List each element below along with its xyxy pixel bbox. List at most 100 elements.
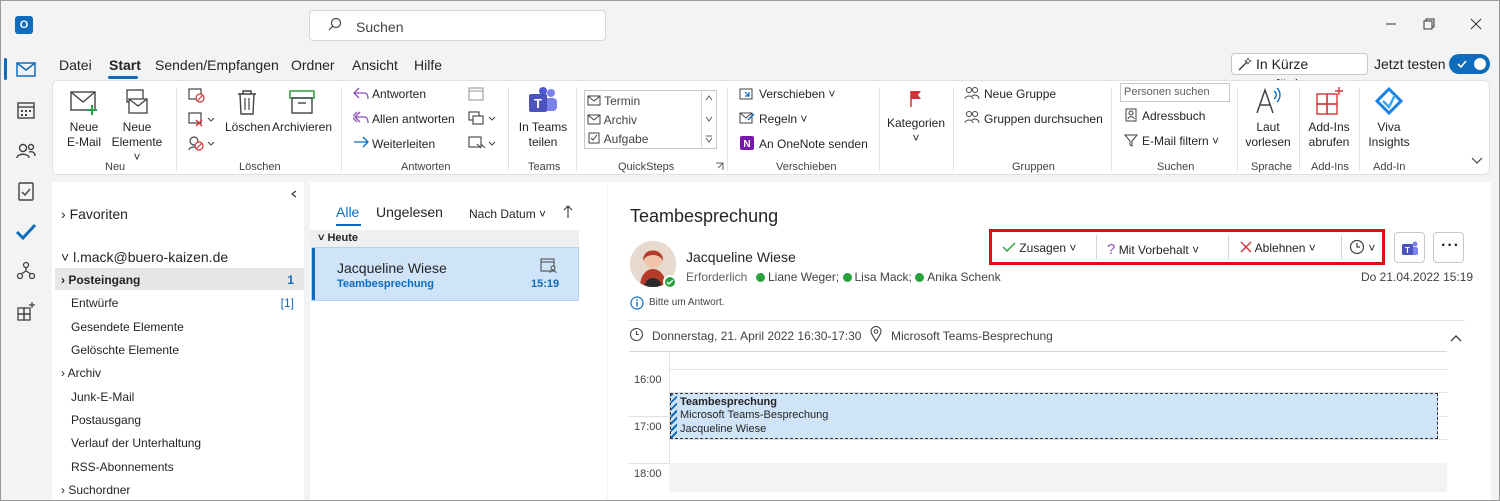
reply-button[interactable]: Antworten bbox=[372, 87, 426, 101]
attendee[interactable]: Lisa Mack; bbox=[842, 270, 912, 284]
junk-icon[interactable] bbox=[187, 135, 215, 151]
folder-search[interactable]: › Suchordner bbox=[61, 483, 130, 497]
read-aloud-button[interactable]: Laut vorlesen bbox=[1242, 85, 1294, 150]
time-label: 18:00 bbox=[634, 468, 662, 480]
menu-datei[interactable]: Datei bbox=[59, 57, 92, 73]
address-book-button[interactable]: Adressbuch bbox=[1142, 109, 1205, 123]
quickstep-archiv[interactable]: Archiv bbox=[587, 113, 637, 127]
meeting-reply-icon[interactable] bbox=[467, 86, 485, 102]
new-group-button[interactable]: Neue Gruppe bbox=[984, 87, 1056, 101]
forward-button[interactable]: Weiterleiten bbox=[372, 137, 435, 151]
viva-insights-icon bbox=[1374, 86, 1404, 116]
restore-icon[interactable] bbox=[1419, 14, 1439, 34]
coming-soon-button[interactable]: In Kürze verfügbar bbox=[1231, 53, 1368, 92]
chevron-up-icon[interactable] bbox=[1450, 334, 1462, 342]
new-items-button[interactable]: Neue Elemente ˅ bbox=[107, 87, 167, 165]
rules-button[interactable]: Regeln ˅ bbox=[759, 112, 807, 126]
mail-icon[interactable] bbox=[14, 57, 38, 81]
browse-groups-button[interactable]: Gruppen durchsuchen bbox=[984, 112, 1103, 126]
sort-dropdown[interactable]: Nach Datum ˅ bbox=[469, 207, 546, 221]
quickstep-aufgabe[interactable]: Aufgabe bbox=[587, 132, 648, 146]
cleanup-icon[interactable] bbox=[187, 111, 215, 127]
attendee[interactable]: Anika Schenk bbox=[915, 270, 1001, 284]
get-addins-button[interactable]: Add-Ins abrufen bbox=[1303, 85, 1355, 150]
tentative-button[interactable]: ? Mit Vorbehalt ˅ bbox=[1107, 241, 1199, 258]
outlook-logo-icon: O bbox=[15, 16, 33, 34]
ribbon-expand-icon[interactable] bbox=[1471, 157, 1483, 165]
calendar-icon[interactable] bbox=[14, 98, 38, 122]
people-search-input[interactable]: Personen suchen bbox=[1120, 83, 1230, 102]
trash-icon bbox=[238, 90, 256, 115]
decline-button[interactable]: Ablehnen ˅ bbox=[1240, 241, 1316, 255]
archive-button[interactable]: Archivieren bbox=[271, 87, 333, 135]
attendee-name: Anika Schenk bbox=[927, 270, 1001, 284]
propose-time-button[interactable]: ˅ bbox=[1349, 239, 1375, 255]
attendee[interactable]: Liane Weger; bbox=[756, 270, 839, 284]
folder-rss[interactable]: RSS-Abonnements bbox=[71, 460, 174, 474]
sender-name[interactable]: Jacqueline Wiese bbox=[686, 249, 796, 265]
collapse-pane-icon[interactable] bbox=[290, 190, 298, 198]
folder-outbox[interactable]: Postausgang bbox=[71, 413, 141, 427]
new-outlook-toggle[interactable] bbox=[1449, 54, 1490, 74]
folder-sent[interactable]: Gesendete Elemente bbox=[71, 320, 184, 334]
accept-button[interactable]: Zusagen ˅ bbox=[1002, 241, 1076, 255]
apps-icon[interactable] bbox=[14, 299, 38, 323]
new-email-button[interactable]: Neue E-Mail bbox=[63, 87, 105, 150]
account-node[interactable]: ˅ l.mack@buero-kaizen.de bbox=[61, 249, 228, 265]
quickstep-termin[interactable]: Termin bbox=[587, 94, 640, 108]
todo-icon[interactable] bbox=[14, 219, 38, 243]
minimize-icon[interactable] bbox=[1381, 14, 1401, 34]
meeting-request-icon bbox=[540, 258, 557, 274]
teams-chat-button[interactable]: T bbox=[1394, 232, 1425, 263]
folder-inbox[interactable]: › Posteingang 1 bbox=[61, 273, 294, 287]
attendee-list: Liane Weger; Lisa Mack; Anika Schenk bbox=[756, 270, 1001, 284]
new-email-label-2: E-Mail bbox=[66, 135, 101, 149]
folder-conversation-history[interactable]: Verlauf der Unterhaltung bbox=[71, 436, 201, 450]
tasks-icon[interactable] bbox=[14, 179, 38, 203]
org-explorer-icon[interactable] bbox=[14, 259, 38, 283]
menu-hilfe[interactable]: Hilfe bbox=[414, 57, 442, 73]
quicksteps-scrollbar[interactable] bbox=[701, 91, 716, 148]
search-box[interactable]: Suchen bbox=[309, 10, 606, 41]
search-input[interactable]: Suchen bbox=[356, 19, 403, 35]
calendar-event[interactable]: Teambesprechung Microsoft Teams-Besprech… bbox=[670, 393, 1438, 439]
teams-icon: T bbox=[529, 87, 557, 112]
menu-start[interactable]: Start bbox=[109, 57, 141, 73]
question-mark-icon: ? bbox=[1107, 241, 1116, 258]
message-time: 15:19 bbox=[531, 278, 560, 290]
svg-text:T: T bbox=[1405, 246, 1410, 255]
favorites-node[interactable]: › Favoriten bbox=[61, 206, 128, 222]
tab-unread[interactable]: Ungelesen bbox=[376, 204, 443, 220]
folder-archive[interactable]: › Archiv bbox=[61, 366, 101, 380]
filter-email-button[interactable]: E-Mail filtern ˅ bbox=[1142, 134, 1219, 148]
message-sender: Jacqueline Wiese bbox=[337, 260, 447, 276]
group-header-today[interactable]: ˅ Heute bbox=[310, 230, 579, 247]
tab-all[interactable]: Alle bbox=[336, 204, 359, 220]
categories-button[interactable]: Kategorien ˅ bbox=[885, 87, 947, 146]
share-to-teams-button[interactable]: T In Teams teilen bbox=[515, 85, 571, 150]
more-actions-button[interactable]: ··· bbox=[1433, 232, 1464, 263]
delete-button[interactable]: Löschen bbox=[225, 87, 270, 135]
new-email-label-1: Neue bbox=[69, 120, 99, 134]
dialog-launcher-icon[interactable] bbox=[715, 162, 724, 171]
folder-deleted[interactable]: Gelöschte Elemente bbox=[71, 343, 179, 357]
menu-senden-empfangen[interactable]: Senden/Empfangen bbox=[155, 57, 279, 73]
move-button[interactable]: Verschieben ˅ bbox=[759, 87, 835, 101]
forward-icon bbox=[354, 136, 369, 148]
close-icon[interactable] bbox=[1466, 14, 1486, 34]
menu-ansicht[interactable]: Ansicht bbox=[352, 57, 398, 73]
folder-archive-label: Archiv bbox=[67, 366, 102, 380]
sort-direction-icon[interactable] bbox=[563, 205, 573, 219]
people-icon[interactable] bbox=[14, 139, 38, 163]
ignore-icon[interactable] bbox=[187, 87, 205, 103]
list-item[interactable]: Jacqueline Wiese Teambesprechung 15:19 bbox=[311, 247, 579, 301]
send-to-onenote-button[interactable]: An OneNote senden bbox=[759, 137, 868, 151]
more-reply-icon[interactable] bbox=[467, 135, 497, 151]
folder-drafts[interactable]: Entwürfe [1] bbox=[71, 296, 294, 310]
viva-insights-button[interactable]: Viva Insights bbox=[1363, 85, 1415, 150]
reply-all-button[interactable]: Allen antworten bbox=[372, 112, 455, 126]
more-icon bbox=[705, 135, 713, 143]
menu-ordner[interactable]: Ordner bbox=[291, 57, 335, 73]
im-reply-icon[interactable] bbox=[467, 110, 497, 126]
folder-junk[interactable]: Junk-E-Mail bbox=[71, 390, 134, 404]
